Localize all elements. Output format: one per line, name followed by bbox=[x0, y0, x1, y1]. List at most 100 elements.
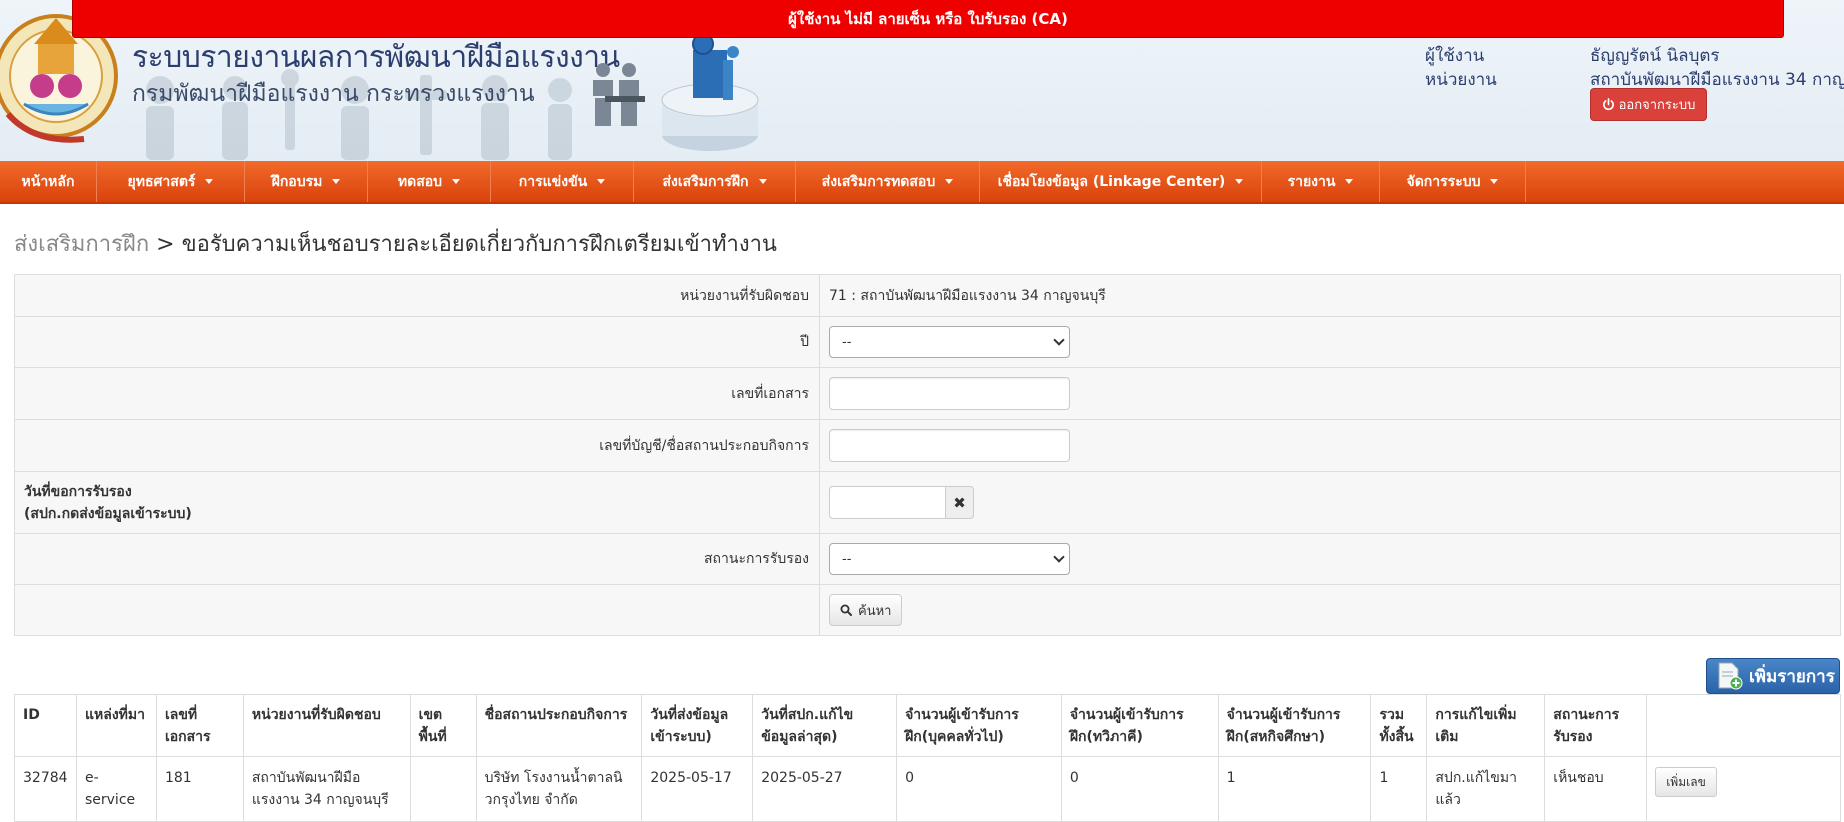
account-field-label: เลขที่บัญชี/ชื่อสถานประกอบกิจการ bbox=[15, 420, 820, 471]
caret-down-icon bbox=[758, 179, 767, 184]
column-header-general-trainees: จำนวนผู้เข้ารับการฝึก(บุคคลทั่วไป) bbox=[896, 694, 1062, 757]
nav-training-promotion[interactable]: ส่งเสริมการฝึก bbox=[634, 161, 796, 202]
clear-date-button[interactable]: ✖ bbox=[945, 486, 974, 519]
unit-field-value: 71 : สถาบันพัฒนาฝีมือแรงงาน 34 กาญจนบุรี bbox=[829, 287, 1106, 304]
cell-docno: 181 bbox=[155, 756, 244, 822]
form-row-account: เลขที่บัญชี/ชื่อสถานประกอบกิจการ bbox=[15, 419, 1840, 471]
breadcrumb-root[interactable]: ส่งเสริมการฝึก bbox=[14, 232, 149, 257]
nav-training-label: ฝึกอบรม bbox=[271, 173, 323, 190]
table-header-row: ID แหล่งที่มา เลขที่เอกสาร หน่วยงานที่รั… bbox=[14, 694, 1841, 757]
cell-status: เห็นชอบ bbox=[1544, 756, 1648, 822]
column-header-zone: เขตพื้นที่ bbox=[409, 694, 477, 757]
logout-button[interactable]: ออกจากระบบ bbox=[1590, 88, 1707, 121]
column-header-source: แหล่งที่มา bbox=[75, 694, 157, 757]
caret-down-icon bbox=[945, 179, 954, 184]
add-item-button[interactable]: เพิ่มรายการ bbox=[1706, 658, 1840, 694]
nav-system-admin-label: จัดการระบบ bbox=[1406, 173, 1481, 190]
caret-down-icon bbox=[452, 179, 461, 184]
request-date-group: ✖ bbox=[829, 486, 974, 519]
request-date-label-line2: (สปก.กดส่งข้อมูลเข้าระบบ) bbox=[24, 505, 192, 522]
nav-reports-label: รายงาน bbox=[1287, 173, 1336, 190]
caret-down-icon bbox=[332, 179, 341, 184]
actions-label-cell bbox=[15, 585, 820, 635]
docno-field-label: เลขที่เอกสาร bbox=[15, 368, 820, 419]
nav-linkage-center[interactable]: เชื่อมโยงข้อมูล (Linkage Center) bbox=[980, 161, 1262, 202]
nav-home-label: หน้าหลัก bbox=[21, 173, 75, 190]
chevron-down-icon bbox=[1053, 334, 1065, 346]
cell-edit-date: 2025-05-27 bbox=[752, 756, 898, 822]
caret-down-icon bbox=[1235, 179, 1244, 184]
nav-testing-promotion[interactable]: ส่งเสริมการทดสอบ bbox=[796, 161, 980, 202]
status-select-value: -- bbox=[842, 551, 852, 567]
cell-sent-date: 2025-05-17 bbox=[641, 756, 754, 822]
request-date-label-line1: วันที่ขอการรับรอง bbox=[24, 483, 132, 500]
status-field-label: สถานะการรับรอง bbox=[15, 534, 820, 584]
form-row-year: ปี -- bbox=[15, 316, 1840, 367]
site-header: ระบบรายงานผลการพัฒนาฝีมือแรงงาน กรมพัฒนา… bbox=[0, 0, 1844, 161]
column-header-actions bbox=[1646, 694, 1841, 757]
caret-down-icon bbox=[205, 179, 214, 184]
cell-id: 32784 bbox=[14, 756, 77, 822]
search-icon bbox=[840, 604, 852, 616]
nav-competition-label: การแข่งขัน bbox=[518, 173, 588, 190]
year-select-value: -- bbox=[842, 334, 852, 350]
form-row-docno: เลขที่เอกสาร bbox=[15, 367, 1840, 419]
nav-competition[interactable]: การแข่งขัน bbox=[491, 161, 634, 202]
cell-source: e-service bbox=[75, 756, 157, 822]
form-row-status: สถานะการรับรอง -- bbox=[15, 533, 1840, 584]
table-row: 32784 e-service 181 สถาบันพัฒนาฝีมือแรงง… bbox=[14, 756, 1841, 822]
breadcrumb: ส่งเสริมการฝึก > ขอรับความเห็นชอบรายละเอ… bbox=[14, 226, 777, 261]
cell-actions: เพิ่มเลข bbox=[1646, 756, 1841, 822]
cell-total: 1 bbox=[1370, 756, 1428, 822]
search-button[interactable]: ค้นหา bbox=[829, 594, 903, 626]
caret-down-icon bbox=[597, 179, 606, 184]
cell-company: บริษัท โรงงานน้ำตาลนิวกรุงไทย จำกัด bbox=[475, 756, 643, 822]
nav-system-admin[interactable]: จัดการระบบ bbox=[1380, 161, 1526, 202]
column-header-dual-trainees: จำนวนผู้เข้ารับการฝึก(ทวิภาคี) bbox=[1060, 694, 1219, 757]
year-select[interactable]: -- bbox=[829, 326, 1070, 358]
system-title: ระบบรายงานผลการพัฒนาฝีมือแรงงาน bbox=[132, 40, 620, 75]
form-row-actions: ค้นหา bbox=[15, 584, 1840, 635]
nav-strategy[interactable]: ยุทธศาสตร์ bbox=[97, 161, 245, 202]
account-input[interactable] bbox=[829, 429, 1070, 462]
nav-home[interactable]: หน้าหลัก bbox=[0, 161, 97, 202]
chevron-down-icon bbox=[1053, 551, 1065, 563]
column-header-id: ID bbox=[14, 694, 77, 757]
column-header-docno: เลขที่เอกสาร bbox=[155, 694, 244, 757]
user-name: ธัญญรัตน์ นิลบุตร bbox=[1590, 46, 1720, 66]
column-header-company: ชื่อสถานประกอบกิจการ bbox=[475, 694, 643, 757]
column-header-revision: การแก้ไขเพิ่มเติม bbox=[1426, 694, 1546, 757]
cell-revision: สปก.แก้ไขมาแล้ว bbox=[1426, 756, 1546, 822]
add-number-button[interactable]: เพิ่มเลข bbox=[1655, 767, 1717, 797]
request-date-input[interactable] bbox=[829, 486, 945, 519]
alert-banner: ผู้ใช้งาน ไม่มี ลายเซ็น หรือ ใบรับรอง (C… bbox=[72, 0, 1784, 38]
nav-reports[interactable]: รายงาน bbox=[1262, 161, 1380, 202]
add-item-label: เพิ่มรายการ bbox=[1749, 666, 1835, 687]
nav-training[interactable]: ฝึกอบรม bbox=[245, 161, 368, 202]
add-document-icon bbox=[1718, 662, 1743, 690]
unit-label: หน่วยงาน bbox=[1425, 70, 1497, 90]
cell-dual-trainees: 0 bbox=[1060, 756, 1219, 822]
year-field-label: ปี bbox=[15, 317, 820, 367]
column-header-unit: หน่วยงานที่รับผิดชอบ bbox=[242, 694, 411, 757]
nav-training-promotion-label: ส่งเสริมการฝึก bbox=[662, 173, 749, 190]
cell-zone bbox=[409, 756, 477, 822]
request-date-label: วันที่ขอการรับรอง (สปก.กดส่งข้อมูลเข้าระ… bbox=[15, 472, 820, 533]
cell-general-trainees: 0 bbox=[896, 756, 1062, 822]
column-header-edit-date: วันที่สปก.แก้ไขข้อมูลล่าสุด) bbox=[752, 694, 898, 757]
computer-training-illustration bbox=[593, 33, 759, 151]
caret-down-icon bbox=[1490, 179, 1499, 184]
search-button-label: ค้นหา bbox=[858, 603, 892, 619]
logout-label: ออกจากระบบ bbox=[1618, 98, 1696, 113]
column-header-coop-trainees: จำนวนผู้เข้ารับการฝึก(สหกิจศึกษา) bbox=[1217, 694, 1372, 757]
search-form: หน่วยงานที่รับผิดชอบ 71 : สถาบันพัฒนาฝีม… bbox=[14, 274, 1841, 636]
breadcrumb-separator: > bbox=[156, 232, 175, 257]
caret-down-icon bbox=[1345, 179, 1354, 184]
unit-field-label: หน่วยงานที่รับผิดชอบ bbox=[15, 275, 820, 316]
results-table: ID แหล่งที่มา เลขที่เอกสาร หน่วยงานที่รั… bbox=[14, 694, 1841, 822]
status-select[interactable]: -- bbox=[829, 543, 1070, 575]
nav-testing[interactable]: ทดสอบ bbox=[368, 161, 491, 202]
page-title: ขอรับความเห็นชอบรายละเอียดเกี่ยวกับการฝึ… bbox=[181, 232, 777, 257]
column-header-total: รวมทั้งสิ้น bbox=[1370, 694, 1428, 757]
docno-input[interactable] bbox=[829, 377, 1070, 410]
